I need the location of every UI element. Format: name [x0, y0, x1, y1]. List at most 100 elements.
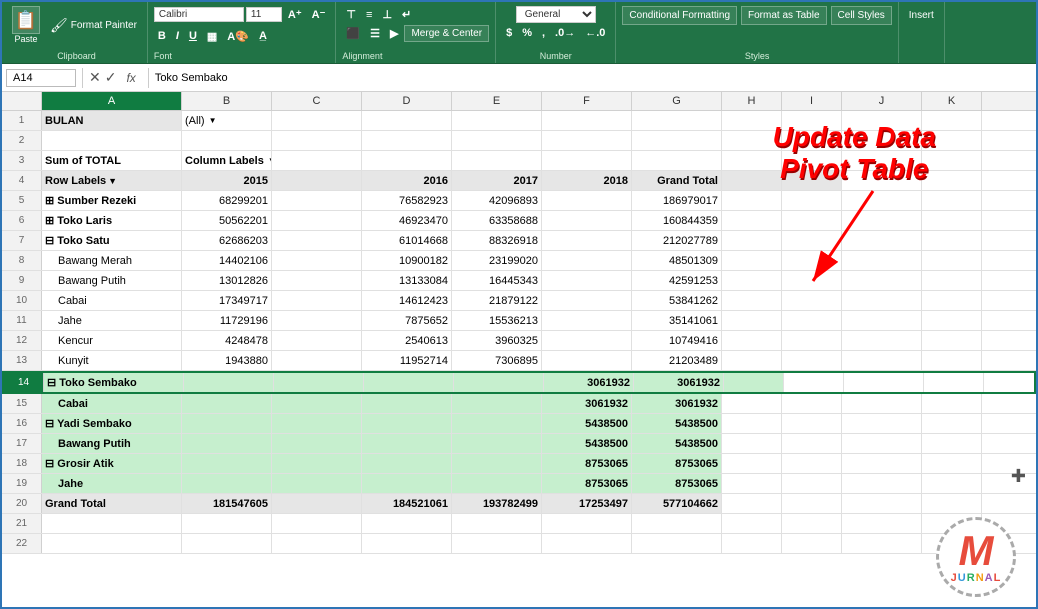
cell-j8[interactable] [842, 251, 922, 270]
cell-g5[interactable]: 186979017 [632, 191, 722, 210]
cell-g12[interactable]: 10749416 [632, 331, 722, 350]
cell-f14[interactable]: 3061932 [544, 373, 634, 392]
cell-e8[interactable]: 23199020 [452, 251, 542, 270]
cell-b1[interactable]: (All) ▼ [182, 111, 272, 130]
cell-styles-button[interactable]: Cell Styles [831, 6, 892, 25]
cell-d13[interactable]: 11952714 [362, 351, 452, 370]
cell-f6[interactable] [542, 211, 632, 230]
cell-c12[interactable] [272, 331, 362, 350]
cell-d10[interactable]: 14612423 [362, 291, 452, 310]
row-number[interactable]: 8 [2, 251, 42, 270]
cell-d17[interactable] [362, 434, 452, 453]
cell-a17[interactable]: Bawang Putih [42, 434, 182, 453]
cell-g8[interactable]: 48501309 [632, 251, 722, 270]
row-number[interactable]: 20 [2, 494, 42, 513]
cell-k7[interactable] [922, 231, 982, 250]
cell-b10[interactable]: 17349717 [182, 291, 272, 310]
cell-c10[interactable] [272, 291, 362, 310]
cell-a18[interactable]: ⊟ Grosir Atik [42, 454, 182, 473]
conditional-formatting-button[interactable]: Conditional Formatting [622, 6, 737, 25]
cell-f15[interactable]: 3061932 [542, 394, 632, 413]
cell-c16[interactable] [272, 414, 362, 433]
cell-g3[interactable] [632, 151, 722, 170]
col-header-h[interactable]: H [722, 92, 782, 110]
cell-g15[interactable]: 3061932 [632, 394, 722, 413]
cell-k6[interactable] [922, 211, 982, 230]
cell-e13[interactable]: 7306895 [452, 351, 542, 370]
percent-button[interactable]: % [518, 25, 536, 41]
cell-j16[interactable] [842, 414, 922, 433]
cell-d20[interactable]: 184521061 [362, 494, 452, 513]
cell-e9[interactable]: 16445343 [452, 271, 542, 290]
cell-g19[interactable]: 8753065 [632, 474, 722, 493]
cell-g17[interactable]: 5438500 [632, 434, 722, 453]
cell-f8[interactable] [542, 251, 632, 270]
cell-i10[interactable] [782, 291, 842, 310]
col-header-a[interactable]: A [42, 92, 182, 110]
cell-h17[interactable] [722, 434, 782, 453]
cell-a10[interactable]: Cabai [42, 291, 182, 310]
cell-i1[interactable] [782, 111, 842, 130]
align-right-button[interactable]: ▶ [386, 25, 402, 42]
cell-d4[interactable]: 2016 [362, 171, 452, 190]
cell-e4[interactable]: 2017 [452, 171, 542, 190]
cell-h2[interactable] [722, 131, 782, 150]
cell-b17[interactable] [182, 434, 272, 453]
cell-d8[interactable]: 10900182 [362, 251, 452, 270]
cell-f2[interactable] [542, 131, 632, 150]
comma-button[interactable]: , [538, 25, 549, 41]
row-number[interactable]: 12 [2, 331, 42, 350]
cell-a3[interactable]: Sum of TOTAL [42, 151, 182, 170]
merge-center-button[interactable]: Merge & Center [404, 25, 489, 42]
row-number[interactable]: 15 [2, 394, 42, 413]
wrap-text-button[interactable]: ↵ [398, 6, 415, 23]
cell-f4[interactable]: 2018 [542, 171, 632, 190]
cell-d5[interactable]: 76582923 [362, 191, 452, 210]
cell-i4[interactable] [782, 171, 842, 190]
cell-b14[interactable] [184, 373, 274, 392]
cell-d9[interactable]: 13133084 [362, 271, 452, 290]
cell-b3[interactable]: Column Labels ▼ [182, 151, 272, 170]
cell-h4[interactable] [722, 171, 782, 190]
cell-j7[interactable] [842, 231, 922, 250]
font-color-button[interactable]: A̲ [255, 28, 271, 44]
cell-h7[interactable] [722, 231, 782, 250]
row-number[interactable]: 19 [2, 474, 42, 493]
cell-e11[interactable]: 15536213 [452, 311, 542, 330]
cell-c3[interactable] [272, 151, 362, 170]
underline-button[interactable]: U [185, 28, 201, 44]
cell-d21[interactable] [362, 514, 452, 533]
add-button[interactable]: ✚ [1011, 466, 1026, 487]
cell-c15[interactable] [272, 394, 362, 413]
cell-a4[interactable]: Row Labels ▼ [42, 171, 182, 190]
cell-a22[interactable] [42, 534, 182, 553]
cell-c14[interactable] [274, 373, 364, 392]
cell-b5[interactable]: 68299201 [182, 191, 272, 210]
row-number[interactable]: 1 [2, 111, 42, 130]
cell-d14[interactable] [364, 373, 454, 392]
cell-a12[interactable]: Kencur [42, 331, 182, 350]
cell-c19[interactable] [272, 474, 362, 493]
cell-g11[interactable]: 35141061 [632, 311, 722, 330]
cell-g20[interactable]: 577104662 [632, 494, 722, 513]
cell-e16[interactable] [452, 414, 542, 433]
cell-c4[interactable] [272, 171, 362, 190]
cell-b15[interactable] [182, 394, 272, 413]
row-number[interactable]: 2 [2, 131, 42, 150]
cell-i8[interactable] [782, 251, 842, 270]
cell-b7[interactable]: 62686203 [182, 231, 272, 250]
cell-i21[interactable] [782, 514, 842, 533]
align-bottom-button[interactable]: ⊥ [378, 6, 396, 23]
cell-b22[interactable] [182, 534, 272, 553]
decrease-decimal-button[interactable]: .0→ [551, 25, 579, 41]
cell-i7[interactable] [782, 231, 842, 250]
cell-h13[interactable] [722, 351, 782, 370]
cell-f21[interactable] [542, 514, 632, 533]
cell-i16[interactable] [782, 414, 842, 433]
cell-reference-input[interactable] [6, 69, 76, 87]
cell-i9[interactable] [782, 271, 842, 290]
cell-c13[interactable] [272, 351, 362, 370]
cell-g2[interactable] [632, 131, 722, 150]
border-button[interactable]: ▦ [203, 28, 221, 45]
row-number[interactable]: 14 [4, 373, 44, 392]
